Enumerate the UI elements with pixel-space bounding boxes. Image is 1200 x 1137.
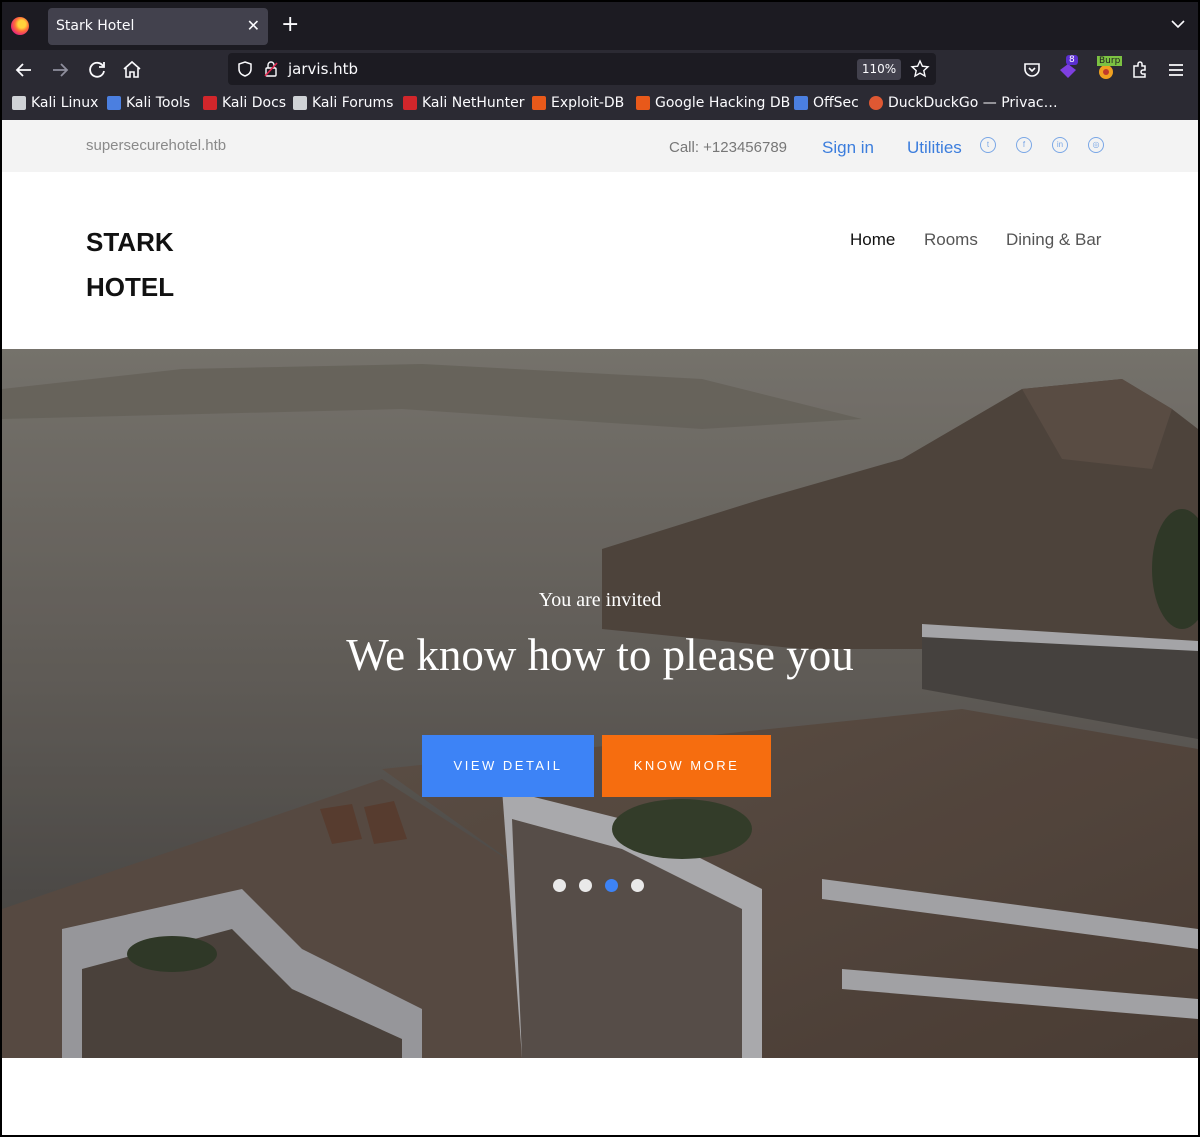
pocket-icon[interactable] — [1020, 58, 1044, 82]
nav-dining-bar[interactable]: Dining & Bar — [1006, 230, 1101, 250]
tab-title: Stark Hotel — [56, 18, 135, 34]
exploit-db-icon — [532, 96, 546, 110]
bookmark-kali-forums[interactable]: Kali Forums — [293, 95, 393, 111]
bookmark-label: Kali Forums — [312, 95, 394, 111]
bookmark-google-hacking-db[interactable]: Google Hacking DB — [636, 95, 790, 111]
duckduckgo-icon — [869, 96, 883, 110]
new-tab-icon[interactable]: + — [281, 14, 299, 36]
know-more-button[interactable]: KNOW MORE — [602, 735, 771, 797]
bookmark-label: Exploit-DB — [551, 95, 625, 111]
slider-dot-1[interactable] — [553, 879, 566, 892]
back-icon[interactable] — [12, 58, 36, 82]
kali-tools-icon — [107, 96, 121, 110]
bookmark-label: Kali NetHunter — [422, 95, 525, 111]
extension-badge: 8 — [1066, 55, 1078, 65]
slider-dot-4[interactable] — [631, 879, 644, 892]
reload-icon[interactable] — [85, 58, 109, 82]
site-top-bar: supersecurehotel.htb Call: +123456789 Si… — [2, 120, 1198, 172]
bookmark-duckduckgo[interactable]: DuckDuckGo — Privac… — [869, 95, 1058, 111]
bookmark-label: Kali Docs — [222, 95, 287, 111]
bookmark-kali-linux[interactable]: Kali Linux — [12, 95, 98, 111]
insecure-lock-icon[interactable] — [262, 60, 280, 78]
extension-icon[interactable]: 8 — [1058, 55, 1078, 80]
hamburger-menu-icon[interactable] — [1164, 58, 1188, 82]
bookmark-kali-nethunter[interactable]: Kali NetHunter — [403, 95, 524, 111]
extensions-puzzle-icon[interactable] — [1128, 58, 1152, 82]
burp-icon[interactable]: Burp — [1095, 56, 1123, 81]
site-logo[interactable]: STARK HOTEL — [86, 220, 174, 310]
bookmark-label: Google Hacking DB — [655, 95, 791, 111]
site-domain: supersecurehotel.htb — [86, 137, 227, 154]
hero-title: We know how to please you — [346, 630, 854, 680]
linkedin-icon[interactable]: in — [1052, 137, 1068, 153]
bookmarks-toolbar: Kali Linux Kali Tools Kali Docs Kali For… — [2, 90, 1198, 120]
forward-icon[interactable] — [48, 58, 72, 82]
bookmark-exploit-db[interactable]: Exploit-DB — [532, 95, 624, 111]
tab-stark-hotel[interactable]: Stark Hotel ✕ — [48, 8, 268, 45]
nethunter-icon — [403, 96, 417, 110]
brand-line-2: HOTEL — [86, 272, 175, 302]
hero-slider: You are invited We know how to please yo… — [2, 349, 1198, 1058]
web-page: supersecurehotel.htb Call: +123456789 Si… — [2, 120, 1198, 1135]
hero-subtitle: You are invited — [538, 589, 662, 611]
facebook-icon[interactable]: f — [1016, 137, 1032, 153]
kali-forums-icon — [293, 96, 307, 110]
bookmark-label: Kali Linux — [31, 95, 99, 111]
browser-window: Stark Hotel ✕ + jarvis.htb 110% 8 Burp K… — [0, 0, 1200, 1137]
slider-dot-3[interactable] — [605, 879, 618, 892]
bookmark-label: Kali Tools — [126, 95, 191, 111]
zoom-level-button[interactable]: 110% — [857, 59, 901, 80]
dribbble-icon[interactable]: ◎ — [1088, 137, 1104, 153]
nav-home[interactable]: Home — [850, 230, 895, 250]
address-bar[interactable]: jarvis.htb 110% — [228, 53, 936, 85]
close-icon[interactable]: ✕ — [247, 16, 260, 36]
hero-background-image — [2, 349, 1198, 1058]
utilities-link[interactable]: Utilities — [907, 138, 962, 158]
shield-icon[interactable] — [236, 60, 254, 78]
bookmark-star-icon[interactable] — [910, 59, 930, 79]
navigation-toolbar: jarvis.htb 110% 8 Burp — [2, 50, 1198, 90]
bookmark-kali-docs[interactable]: Kali Docs — [203, 95, 286, 111]
bookmark-label: DuckDuckGo — Privac… — [888, 95, 1058, 111]
nav-rooms[interactable]: Rooms — [924, 230, 978, 250]
phone-number: Call: +123456789 — [669, 139, 788, 156]
kali-dragon-icon — [12, 96, 26, 110]
sign-in-link[interactable]: Sign in — [822, 138, 874, 158]
ghdb-icon — [636, 96, 650, 110]
firefox-icon[interactable] — [11, 17, 29, 35]
url-text: jarvis.htb — [288, 60, 359, 78]
twitter-icon[interactable]: t — [980, 137, 996, 153]
bookmark-label: OffSec — [813, 95, 859, 111]
view-detail-button[interactable]: VIEW DETAIL — [422, 735, 594, 797]
kali-docs-icon — [203, 96, 217, 110]
home-icon[interactable] — [120, 58, 144, 82]
brand-line-1: STARK — [86, 227, 174, 257]
slider-dot-2[interactable] — [579, 879, 592, 892]
offsec-icon — [794, 96, 808, 110]
bookmark-offsec[interactable]: OffSec — [794, 95, 859, 111]
chevron-down-icon[interactable] — [1170, 16, 1186, 32]
tab-strip: Stark Hotel ✕ + — [2, 2, 1198, 50]
bookmark-kali-tools[interactable]: Kali Tools — [107, 95, 190, 111]
burp-label: Burp — [1097, 56, 1123, 66]
